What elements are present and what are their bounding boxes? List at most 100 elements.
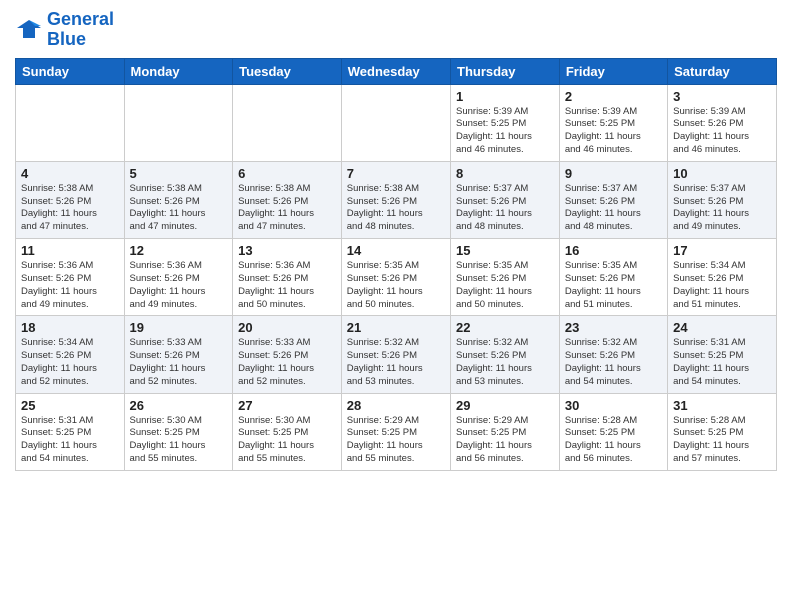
day-info: Sunrise: 5:34 AM Sunset: 5:26 PM Dayligh…	[21, 337, 119, 388]
day-number: 16	[565, 243, 662, 258]
calendar-week-row: 1Sunrise: 5:39 AM Sunset: 5:25 PM Daylig…	[16, 84, 777, 161]
calendar-cell: 22 Sunrise: 5:32 AM Sunset: 5:26 PM Dayli…	[451, 316, 560, 393]
day-number: 11	[21, 243, 119, 258]
calendar-cell	[341, 84, 450, 161]
day-number: 14	[347, 243, 445, 258]
day-number: 6	[238, 166, 336, 181]
calendar-cell: 1Sunrise: 5:39 AM Sunset: 5:25 PM Daylig…	[451, 84, 560, 161]
logo: General Blue	[15, 10, 114, 50]
calendar-week-row: 25 Sunrise: 5:31 AM Sunset: 5:25 PM Dayli…	[16, 393, 777, 470]
page-header: General Blue	[15, 10, 777, 50]
day-info: Sunrise: 5:37 AM Sunset: 5:26 PM Dayligh…	[673, 183, 771, 234]
calendar-cell: 14 Sunrise: 5:35 AM Sunset: 5:26 PM Dayli…	[341, 239, 450, 316]
day-info: Sunrise: 5:28 AM Sunset: 5:25 PM Dayligh…	[673, 415, 771, 466]
calendar-cell: 5 Sunrise: 5:38 AM Sunset: 5:26 PM Daylig…	[124, 161, 233, 238]
day-number: 28	[347, 398, 445, 413]
day-number: 22	[456, 320, 554, 335]
day-info: Sunrise: 5:36 AM Sunset: 5:26 PM Dayligh…	[21, 260, 119, 311]
day-info: Sunrise: 5:30 AM Sunset: 5:25 PM Dayligh…	[238, 415, 336, 466]
day-info: Sunrise: 5:29 AM Sunset: 5:25 PM Dayligh…	[347, 415, 445, 466]
calendar-cell: 24Sunrise: 5:31 AM Sunset: 5:25 PM Dayli…	[668, 316, 777, 393]
day-number: 12	[130, 243, 228, 258]
calendar-cell: 23Sunrise: 5:32 AM Sunset: 5:26 PM Dayli…	[559, 316, 667, 393]
day-number: 17	[673, 243, 771, 258]
day-info: Sunrise: 5:33 AM Sunset: 5:26 PM Dayligh…	[238, 337, 336, 388]
calendar-cell	[16, 84, 125, 161]
day-info: Sunrise: 5:34 AM Sunset: 5:26 PM Dayligh…	[673, 260, 771, 311]
day-info: Sunrise: 5:35 AM Sunset: 5:26 PM Dayligh…	[456, 260, 554, 311]
day-info: Sunrise: 5:30 AM Sunset: 5:25 PM Dayligh…	[130, 415, 228, 466]
day-number: 21	[347, 320, 445, 335]
calendar-cell: 18 Sunrise: 5:34 AM Sunset: 5:26 PM Dayli…	[16, 316, 125, 393]
day-number: 2	[565, 89, 662, 104]
day-info: Sunrise: 5:35 AM Sunset: 5:26 PM Dayligh…	[565, 260, 662, 311]
calendar-cell: 10Sunrise: 5:37 AM Sunset: 5:26 PM Dayli…	[668, 161, 777, 238]
day-info: Sunrise: 5:37 AM Sunset: 5:26 PM Dayligh…	[456, 183, 554, 234]
day-number: 20	[238, 320, 336, 335]
day-number: 7	[347, 166, 445, 181]
weekday-header-saturday: Saturday	[668, 58, 777, 84]
calendar-cell: 27 Sunrise: 5:30 AM Sunset: 5:25 PM Dayli…	[233, 393, 342, 470]
day-info: Sunrise: 5:38 AM Sunset: 5:26 PM Dayligh…	[130, 183, 228, 234]
day-number: 25	[21, 398, 119, 413]
day-number: 19	[130, 320, 228, 335]
calendar-week-row: 11 Sunrise: 5:36 AM Sunset: 5:26 PM Dayli…	[16, 239, 777, 316]
day-info: Sunrise: 5:36 AM Sunset: 5:26 PM Dayligh…	[238, 260, 336, 311]
calendar-cell: 12 Sunrise: 5:36 AM Sunset: 5:26 PM Dayli…	[124, 239, 233, 316]
calendar-cell: 28 Sunrise: 5:29 AM Sunset: 5:25 PM Dayli…	[341, 393, 450, 470]
calendar-cell: 17 Sunrise: 5:34 AM Sunset: 5:26 PM Dayli…	[668, 239, 777, 316]
day-number: 24	[673, 320, 771, 335]
day-number: 15	[456, 243, 554, 258]
day-info: Sunrise: 5:39 AM Sunset: 5:26 PM Dayligh…	[673, 106, 771, 157]
day-number: 30	[565, 398, 662, 413]
weekday-header-row: SundayMondayTuesdayWednesdayThursdayFrid…	[16, 58, 777, 84]
calendar-cell: 29 Sunrise: 5:29 AM Sunset: 5:25 PM Dayli…	[451, 393, 560, 470]
calendar-cell: 4 Sunrise: 5:38 AM Sunset: 5:26 PM Daylig…	[16, 161, 125, 238]
day-number: 18	[21, 320, 119, 335]
day-info: Sunrise: 5:36 AM Sunset: 5:26 PM Dayligh…	[130, 260, 228, 311]
day-number: 27	[238, 398, 336, 413]
calendar-cell: 20 Sunrise: 5:33 AM Sunset: 5:26 PM Dayli…	[233, 316, 342, 393]
logo-text: General Blue	[47, 10, 114, 50]
calendar-cell: 30 Sunrise: 5:28 AM Sunset: 5:25 PM Dayli…	[559, 393, 667, 470]
day-number: 4	[21, 166, 119, 181]
day-info: Sunrise: 5:32 AM Sunset: 5:26 PM Dayligh…	[347, 337, 445, 388]
weekday-header-thursday: Thursday	[451, 58, 560, 84]
day-info: Sunrise: 5:32 AM Sunset: 5:26 PM Dayligh…	[456, 337, 554, 388]
day-number: 3	[673, 89, 771, 104]
calendar-cell: 16 Sunrise: 5:35 AM Sunset: 5:26 PM Dayli…	[559, 239, 667, 316]
calendar-cell: 15 Sunrise: 5:35 AM Sunset: 5:26 PM Dayli…	[451, 239, 560, 316]
calendar-cell: 13 Sunrise: 5:36 AM Sunset: 5:26 PM Dayli…	[233, 239, 342, 316]
day-info: Sunrise: 5:35 AM Sunset: 5:26 PM Dayligh…	[347, 260, 445, 311]
day-info: Sunrise: 5:29 AM Sunset: 5:25 PM Dayligh…	[456, 415, 554, 466]
calendar-cell: 25 Sunrise: 5:31 AM Sunset: 5:25 PM Dayli…	[16, 393, 125, 470]
calendar-cell	[124, 84, 233, 161]
day-info: Sunrise: 5:28 AM Sunset: 5:25 PM Dayligh…	[565, 415, 662, 466]
calendar-cell: 19Sunrise: 5:33 AM Sunset: 5:26 PM Dayli…	[124, 316, 233, 393]
day-info: Sunrise: 5:38 AM Sunset: 5:26 PM Dayligh…	[347, 183, 445, 234]
day-number: 5	[130, 166, 228, 181]
day-number: 26	[130, 398, 228, 413]
calendar-cell: 6Sunrise: 5:38 AM Sunset: 5:26 PM Daylig…	[233, 161, 342, 238]
calendar-cell	[233, 84, 342, 161]
day-number: 9	[565, 166, 662, 181]
day-number: 31	[673, 398, 771, 413]
day-info: Sunrise: 5:31 AM Sunset: 5:25 PM Dayligh…	[21, 415, 119, 466]
calendar-cell: 3 Sunrise: 5:39 AM Sunset: 5:26 PM Daylig…	[668, 84, 777, 161]
calendar-cell: 8 Sunrise: 5:37 AM Sunset: 5:26 PM Daylig…	[451, 161, 560, 238]
day-number: 8	[456, 166, 554, 181]
day-number: 23	[565, 320, 662, 335]
calendar-cell: 31 Sunrise: 5:28 AM Sunset: 5:25 PM Dayli…	[668, 393, 777, 470]
calendar-cell: 7 Sunrise: 5:38 AM Sunset: 5:26 PM Daylig…	[341, 161, 450, 238]
day-number: 13	[238, 243, 336, 258]
day-number: 29	[456, 398, 554, 413]
day-info: Sunrise: 5:39 AM Sunset: 5:25 PM Dayligh…	[456, 106, 554, 157]
calendar-cell: 9Sunrise: 5:37 AM Sunset: 5:26 PM Daylig…	[559, 161, 667, 238]
calendar-table: SundayMondayTuesdayWednesdayThursdayFrid…	[15, 58, 777, 471]
day-info: Sunrise: 5:39 AM Sunset: 5:25 PM Dayligh…	[565, 106, 662, 157]
day-info: Sunrise: 5:38 AM Sunset: 5:26 PM Dayligh…	[21, 183, 119, 234]
calendar-cell: 21 Sunrise: 5:32 AM Sunset: 5:26 PM Dayli…	[341, 316, 450, 393]
weekday-header-wednesday: Wednesday	[341, 58, 450, 84]
weekday-header-friday: Friday	[559, 58, 667, 84]
logo-icon	[15, 18, 43, 42]
